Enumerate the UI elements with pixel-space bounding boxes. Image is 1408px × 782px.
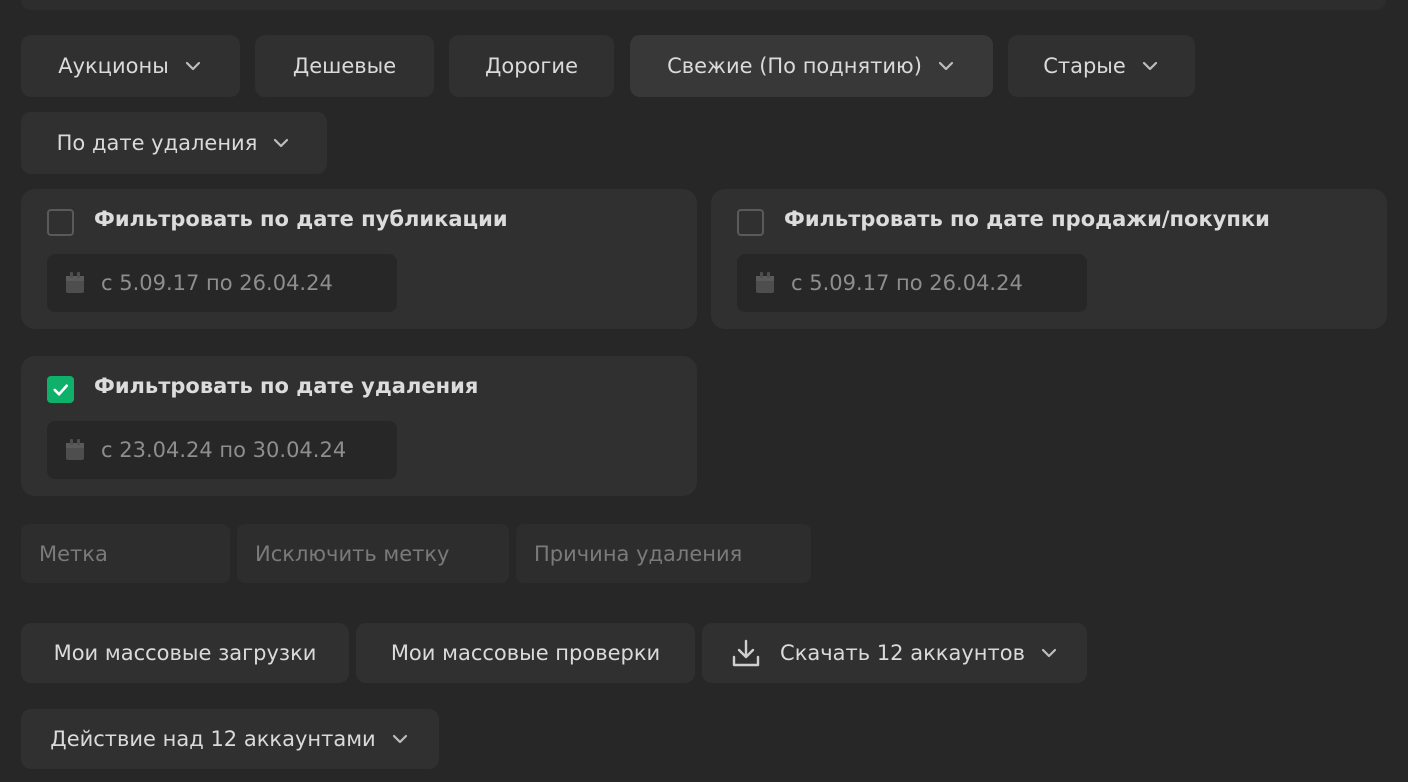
chevron-down-icon bbox=[183, 56, 203, 76]
sale-date-checkbox[interactable] bbox=[737, 209, 764, 236]
my-mass-uploads-button[interactable]: Мои массовые загрузки bbox=[21, 623, 349, 683]
chevron-down-icon bbox=[1140, 56, 1160, 76]
bulk-action-dropdown[interactable]: Действие над 12 аккаунтами bbox=[21, 709, 439, 769]
tag-input[interactable] bbox=[21, 524, 230, 583]
sort-fresh-label: Свежие (По поднятию) bbox=[667, 54, 922, 78]
deletion-reason-input[interactable] bbox=[516, 524, 811, 583]
sort-by-deletion-label: По дате удаления bbox=[56, 131, 258, 155]
deletion-date-checkbox[interactable] bbox=[47, 376, 74, 403]
sort-old-dropdown[interactable]: Старые bbox=[1008, 35, 1195, 97]
chevron-down-icon bbox=[271, 133, 291, 153]
sort-cheap-label: Дешевые bbox=[292, 54, 397, 78]
sort-fresh-dropdown[interactable]: Свежие (По поднятию) bbox=[630, 35, 993, 97]
calendar-icon bbox=[755, 272, 775, 294]
sort-old-label: Старые bbox=[1043, 54, 1126, 78]
sale-date-range-picker[interactable]: с 5.09.17 по 26.04.24 bbox=[737, 254, 1087, 312]
sort-expensive-label: Дорогие bbox=[484, 54, 579, 78]
my-mass-checks-button[interactable]: Мои массовые проверки bbox=[356, 623, 695, 683]
chevron-down-icon bbox=[936, 56, 956, 76]
publication-date-checkbox[interactable] bbox=[47, 209, 74, 236]
sale-date-filter-label: Фильтровать по дате продажи/покупки bbox=[784, 207, 1270, 231]
sale-date-filter-panel: Фильтровать по дате продажи/покупки с 5.… bbox=[711, 189, 1387, 329]
publication-date-filter-label: Фильтровать по дате публикации bbox=[94, 207, 508, 231]
deletion-date-filter-panel: Фильтровать по дате удаления с 23.04.24 … bbox=[21, 356, 697, 496]
calendar-icon bbox=[65, 439, 85, 461]
my-mass-uploads-label: Мои массовые загрузки bbox=[53, 641, 317, 665]
download-accounts-dropdown[interactable]: Скачать 12 аккаунтов bbox=[702, 623, 1087, 683]
sale-date-range-text: с 5.09.17 по 26.04.24 bbox=[791, 271, 1023, 295]
deletion-date-range-text: с 23.04.24 по 30.04.24 bbox=[101, 438, 347, 462]
bulk-action-label: Действие над 12 аккаунтами bbox=[50, 727, 376, 751]
download-accounts-label: Скачать 12 аккаунтов bbox=[780, 641, 1025, 665]
chevron-down-icon bbox=[1039, 643, 1059, 663]
exclude-tag-input[interactable] bbox=[237, 524, 509, 583]
calendar-icon bbox=[65, 272, 85, 294]
publication-date-range-text: с 5.09.17 по 26.04.24 bbox=[101, 271, 333, 295]
deletion-date-filter-label: Фильтровать по дате удаления bbox=[94, 374, 479, 398]
sort-auctions-label: Аукционы bbox=[58, 54, 169, 78]
sort-by-deletion-dropdown[interactable]: По дате удаления bbox=[21, 112, 327, 174]
download-icon bbox=[730, 637, 762, 669]
deletion-date-range-picker[interactable]: с 23.04.24 по 30.04.24 bbox=[47, 421, 397, 479]
my-mass-checks-label: Мои массовые проверки bbox=[390, 641, 661, 665]
publication-date-filter-panel: Фильтровать по дате публикации с 5.09.17… bbox=[21, 189, 697, 329]
sort-cheap-button[interactable]: Дешевые bbox=[255, 35, 434, 97]
checkmark-icon bbox=[53, 384, 69, 396]
sort-expensive-button[interactable]: Дорогие bbox=[449, 35, 614, 97]
publication-date-range-picker[interactable]: с 5.09.17 по 26.04.24 bbox=[47, 254, 397, 312]
sort-auctions-dropdown[interactable]: Аукционы bbox=[21, 35, 240, 97]
chevron-down-icon bbox=[390, 729, 410, 749]
top-panel-edge bbox=[21, 0, 1386, 10]
